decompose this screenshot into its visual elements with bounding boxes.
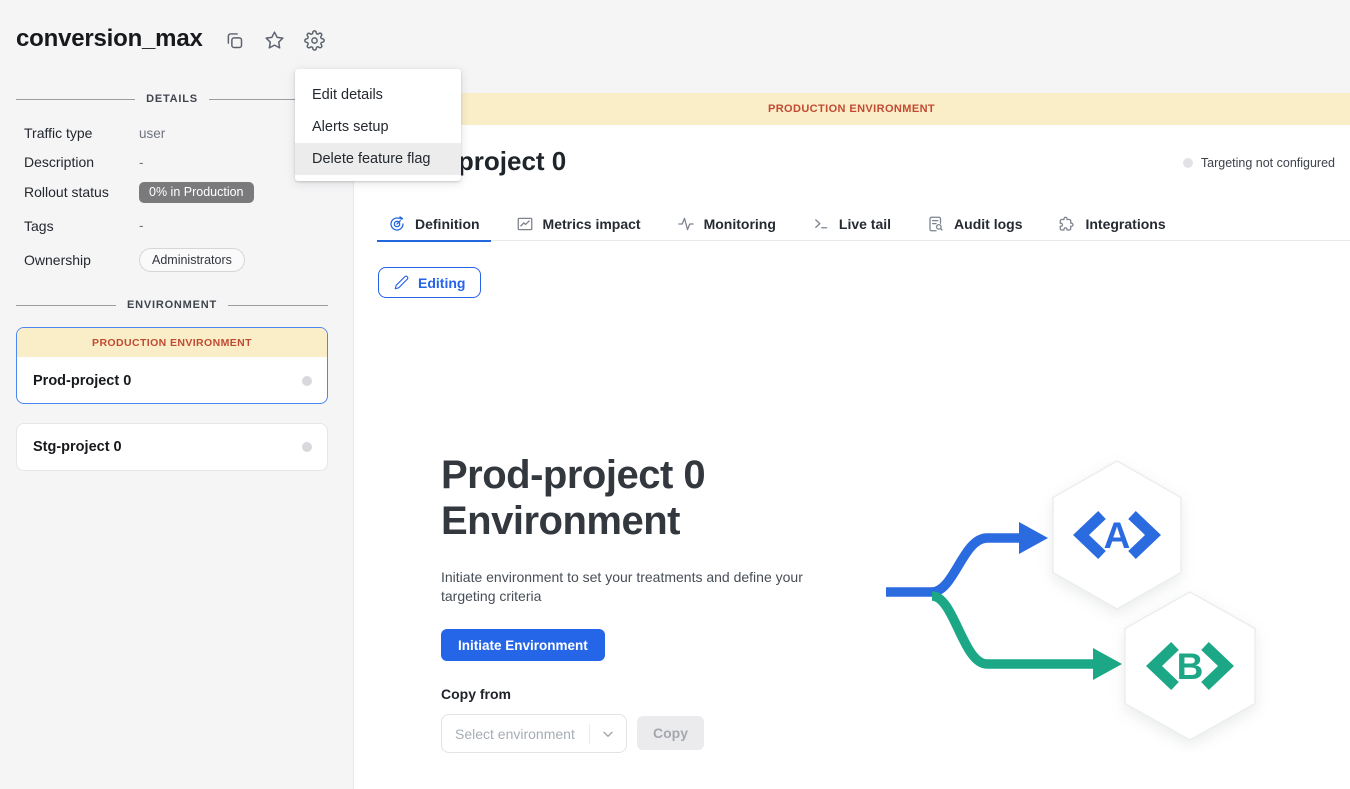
flag-header-actions <box>223 29 325 51</box>
detail-label: Ownership <box>24 252 139 268</box>
environment-card-prod[interactable]: PRODUCTION ENVIRONMENT Prod-project 0 <box>16 327 328 404</box>
variant-a-letter: A <box>1104 515 1131 556</box>
rollout-status-badge: 0% in Production <box>139 182 254 203</box>
menu-item-edit-details[interactable]: Edit details <box>295 79 461 111</box>
favorite-flag-button[interactable] <box>263 29 285 51</box>
editing-button[interactable]: Editing <box>378 267 481 298</box>
settings-dropdown-menu: Edit details Alerts setup Delete feature… <box>295 69 461 181</box>
targeting-status-text: Targeting not configured <box>1201 156 1335 170</box>
detail-value: - <box>139 155 144 170</box>
select-placeholder: Select environment <box>442 726 589 742</box>
terminal-icon <box>812 215 830 233</box>
environment-card-body: Prod-project 0 <box>17 357 327 404</box>
environment-heading: ENVIRONMENT <box>127 299 217 311</box>
divider-line <box>16 99 135 100</box>
copy-from-environment-select[interactable]: Select environment <box>441 714 627 753</box>
blue-arrowhead-icon <box>1019 522 1048 554</box>
variant-b-letter: B <box>1177 646 1204 687</box>
sidebar-divider <box>353 93 354 789</box>
detail-row-description: Description - <box>24 153 324 171</box>
environment-card-name: Prod-project 0 <box>33 373 131 389</box>
star-icon <box>264 30 285 51</box>
environment-status-dot <box>302 376 312 386</box>
target-icon <box>388 215 406 233</box>
divider-line <box>16 305 116 306</box>
detail-label: Rollout status <box>24 184 139 200</box>
environment-card-stg[interactable]: Stg-project 0 <box>16 423 328 471</box>
environment-card-name: Stg-project 0 <box>33 439 122 455</box>
environment-panel-title-line1: Prod-project 0 <box>441 452 705 498</box>
tab-live-tail[interactable]: Live tail <box>801 209 902 242</box>
detail-row-ownership: Ownership Administrators <box>24 248 324 273</box>
tab-label: Monitoring <box>704 216 776 232</box>
editing-button-label: Editing <box>418 275 465 291</box>
details-heading: DETAILS <box>146 93 198 105</box>
menu-item-delete-feature-flag[interactable]: Delete feature flag <box>295 143 461 175</box>
tab-audit-logs[interactable]: Audit logs <box>916 209 1033 242</box>
environment-card-banner-text: PRODUCTION ENVIRONMENT <box>92 337 252 349</box>
environment-card-body: Stg-project 0 <box>17 424 327 470</box>
environment-status-dot <box>302 442 312 452</box>
tab-label: Live tail <box>839 216 891 232</box>
flag-settings-button[interactable] <box>303 29 325 51</box>
select-chevron <box>590 726 626 742</box>
initiate-environment-button[interactable]: Initiate Environment <box>441 629 605 661</box>
copy-from-label: Copy from <box>441 686 511 702</box>
tab-integrations[interactable]: Integrations <box>1047 209 1176 242</box>
copy-environment-button[interactable]: Copy <box>637 716 704 750</box>
tab-label: Definition <box>415 216 480 232</box>
tab-label: Metrics impact <box>543 216 641 232</box>
detail-label: Description <box>24 154 139 170</box>
environment-card-banner: PRODUCTION ENVIRONMENT <box>17 328 327 357</box>
ab-split-illustration: A B <box>880 452 1272 752</box>
green-branch-line <box>932 596 1094 664</box>
environment-panel-description: Initiate environment to set your treatme… <box>441 568 813 606</box>
menu-item-alerts-setup[interactable]: Alerts setup <box>295 111 461 143</box>
puzzle-icon <box>1058 215 1076 233</box>
line-chart-icon <box>516 215 534 233</box>
targeting-status: Targeting not configured <box>1183 156 1335 170</box>
environment-panel-title: Prod-project 0 Environment <box>441 452 705 544</box>
production-environment-banner: PRODUCTION ENVIRONMENT <box>353 93 1350 125</box>
gear-icon <box>304 30 325 51</box>
green-arrowhead-icon <box>1093 648 1122 680</box>
environment-panel-title-line2: Environment <box>441 498 705 544</box>
detail-row-rollout-status: Rollout status 0% in Production <box>24 182 324 203</box>
production-environment-banner-text: PRODUCTION ENVIRONMENT <box>768 103 935 115</box>
detail-label: Traffic type <box>24 125 139 141</box>
pencil-icon <box>394 275 409 290</box>
tab-definition[interactable]: Definition <box>377 209 491 242</box>
feature-flag-title: conversion_max <box>16 25 203 53</box>
ownership-pill[interactable]: Administrators <box>139 248 245 273</box>
detail-value: - <box>139 218 144 233</box>
detail-row-traffic-type: Traffic type user <box>24 124 324 142</box>
details-rows: Traffic type user Description - Rollout … <box>24 124 324 283</box>
detail-value: user <box>139 126 165 141</box>
initiate-environment-label: Initiate Environment <box>458 638 588 653</box>
copy-flag-button[interactable] <box>223 29 245 51</box>
details-section-header: DETAILS <box>16 93 328 105</box>
tab-monitoring[interactable]: Monitoring <box>666 209 787 242</box>
flag-tabs: Definition Metrics impact Monitoring Liv… <box>377 209 1350 241</box>
detail-row-tags: Tags - <box>24 217 324 235</box>
chevron-down-icon <box>600 726 616 742</box>
pulse-icon <box>677 215 695 233</box>
environment-section-header: ENVIRONMENT <box>16 299 328 311</box>
audit-log-icon <box>927 215 945 233</box>
tab-metrics-impact[interactable]: Metrics impact <box>505 209 652 242</box>
tab-label: Audit logs <box>954 216 1022 232</box>
divider-line <box>228 305 328 306</box>
detail-label: Tags <box>24 218 139 234</box>
copy-icon <box>224 30 245 51</box>
tab-label: Integrations <box>1085 216 1165 232</box>
targeting-status-dot <box>1183 158 1193 168</box>
blue-branch-line <box>886 538 1020 592</box>
